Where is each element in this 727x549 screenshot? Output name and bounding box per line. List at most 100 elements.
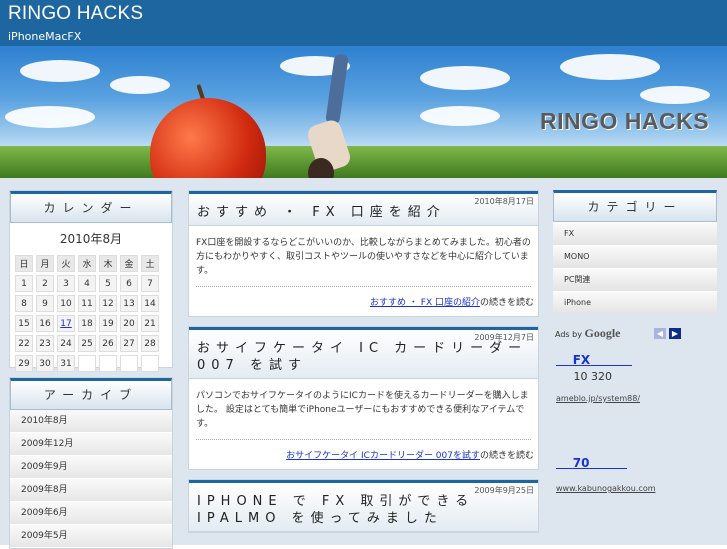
calendar-day: 21 bbox=[141, 315, 159, 332]
ad-title[interactable]: 70 bbox=[556, 456, 627, 470]
archive-heading: アーカイブ bbox=[10, 378, 172, 410]
post-date: 2009年12月7日 bbox=[474, 333, 534, 342]
ads-label-text: Ads by bbox=[555, 330, 582, 339]
read-more-link[interactable]: おサイフケータイ ICカードリーダー 007を試す bbox=[286, 451, 480, 461]
chevron-right-icon[interactable]: ▶ bbox=[669, 328, 681, 339]
calendar-day: 14 bbox=[141, 295, 159, 312]
archive-item[interactable]: 2010年8月 bbox=[10, 410, 172, 433]
calendar-day: 16 bbox=[36, 315, 54, 332]
content-area: カレンダー 2010年8月 日 月 火 水 木 金 土 1 2 3 4 5 6 7 8 9 10 1… bbox=[0, 178, 727, 549]
category-item[interactable]: FX bbox=[553, 223, 717, 245]
grass-field bbox=[0, 146, 727, 178]
calendar-widget: カレンダー 2010年8月 日 月 火 水 木 金 土 1 2 3 4 5 6 7 8 9 10 1… bbox=[9, 190, 173, 372]
post-date: 2010年8月17日 bbox=[474, 197, 534, 206]
archive-item[interactable]: 2009年12月 bbox=[10, 433, 172, 456]
calendar-month: 2010年8月 bbox=[59, 232, 123, 246]
category-item[interactable]: iPhone bbox=[553, 292, 717, 314]
calendar-week-row: 29 30 31 bbox=[15, 355, 159, 372]
read-more-suffix: の続きを読む bbox=[479, 451, 534, 461]
chevron-left-icon[interactable]: ◀ bbox=[654, 328, 666, 339]
calendar-day: 15 bbox=[15, 315, 33, 332]
calendar-week-row: 15 16 17 18 19 20 21 bbox=[15, 315, 159, 332]
weekday-label: 月 bbox=[36, 255, 54, 272]
calendar-day: 9 bbox=[36, 295, 54, 312]
calendar-weekday-row: 日 月 火 水 木 金 土 bbox=[15, 255, 159, 272]
post-header: 2009年9月25日 IPHONE で FX 取引ができる IPALMO を使っ… bbox=[189, 480, 538, 532]
calendar-empty-cell bbox=[78, 355, 96, 372]
archive-item[interactable]: 2009年6月 bbox=[10, 502, 172, 525]
calendar-day: 30 bbox=[36, 355, 54, 372]
category-heading: カテゴリー bbox=[553, 190, 717, 222]
cloud bbox=[640, 86, 710, 104]
left-sidebar: カレンダー 2010年8月 日 月 火 水 木 金 土 1 2 3 4 5 6 7 8 9 10 1… bbox=[9, 190, 173, 549]
main-column: 2010年8月17日 おすすめ ・ FX 口座を紹介 FX口座を開設するならどこ… bbox=[188, 190, 539, 542]
calendar-day: 19 bbox=[99, 315, 117, 332]
calendar-day: 1 bbox=[15, 275, 33, 292]
site-header: RINGO HACKS iPhoneMacFX bbox=[0, 0, 727, 46]
ad-text: 10 320 bbox=[556, 370, 612, 383]
calendar-day: 24 bbox=[57, 335, 75, 352]
calendar-day: 2 bbox=[36, 275, 54, 292]
post-body: パソコンでおサイフケータイのようにICカードを使えるカードリーダーを購入しました… bbox=[196, 391, 529, 429]
blog-post: 2009年9月25日 IPHONE で FX 取引ができる IPALMO を使っ… bbox=[188, 479, 539, 533]
post-body: FX口座を開設するならどこがいいのか、比較しながらまとめてみました。初心者の方に… bbox=[196, 238, 531, 276]
read-more-suffix: の続きを読む bbox=[479, 298, 534, 308]
post-header: 2010年8月17日 おすすめ ・ FX 口座を紹介 bbox=[189, 191, 538, 226]
calendar-day: 20 bbox=[120, 315, 138, 332]
google-ads: Ads by Google ◀ ▶ FX 10 320 ameblo.jp/sy… bbox=[553, 326, 717, 526]
weekday-label: 木 bbox=[99, 255, 117, 272]
ad-title-text[interactable]: FX bbox=[573, 353, 590, 367]
ad-title-text[interactable]: 70 bbox=[573, 456, 590, 470]
read-more: おすすめ ・ FX 口座の紹介の続きを読む bbox=[189, 287, 538, 316]
cloud bbox=[420, 66, 510, 90]
calendar-day: 10 bbox=[57, 295, 75, 312]
calendar-day: 26 bbox=[99, 335, 117, 352]
calendar-table: 日 月 火 水 木 金 土 1 2 3 4 5 6 7 8 9 10 11 12 13 14 15 16 17 1… bbox=[12, 252, 162, 375]
cloud bbox=[110, 76, 170, 94]
category-item[interactable]: PC関連 bbox=[553, 269, 717, 291]
blog-post: 2009年12月7日 おサイフケータイ IC カードリーダー 007 を試す パ… bbox=[188, 326, 539, 470]
google-logo: Google bbox=[584, 326, 621, 340]
archive-widget: アーカイブ 2010年8月 2009年12月 2009年9月 2009年8月 2… bbox=[9, 377, 173, 549]
weekday-label: 火 bbox=[57, 255, 75, 272]
header-banner: RINGO HACKS bbox=[0, 46, 727, 178]
calendar-day: 12 bbox=[99, 295, 117, 312]
calendar-days: 1 2 3 4 5 6 7 8 9 10 11 12 13 14 15 16 17 18 19 20 21 22 23 24 2… bbox=[15, 275, 159, 372]
post-header: 2009年12月7日 おサイフケータイ IC カードリーダー 007 を試す bbox=[189, 327, 538, 379]
calendar-day: 5 bbox=[99, 275, 117, 292]
calendar-day: 23 bbox=[36, 335, 54, 352]
calendar-week-row: 8 9 10 11 12 13 14 bbox=[15, 295, 159, 312]
site-title[interactable]: RINGO HACKS bbox=[8, 3, 143, 25]
calendar-day: 27 bbox=[120, 335, 138, 352]
calendar-day: 28 bbox=[141, 335, 159, 352]
calendar-empty-cell bbox=[120, 355, 138, 372]
archive-item[interactable]: 2009年8月 bbox=[10, 479, 172, 502]
calendar-day-link[interactable]: 17 bbox=[60, 319, 71, 329]
ad-text-value: 10 320 bbox=[573, 370, 612, 383]
calendar-day: 7 bbox=[141, 275, 159, 292]
calendar-day: 11 bbox=[78, 295, 96, 312]
archive-item[interactable]: 2009年9月 bbox=[10, 456, 172, 479]
calendar-week-row: 1234567 bbox=[15, 275, 159, 292]
calendar-day: 4 bbox=[78, 275, 96, 292]
calendar-empty-cell bbox=[141, 355, 159, 372]
right-sidebar: カテゴリー FX MONO PC関連 iPhone Ads by Google … bbox=[553, 190, 717, 526]
category-widget: カテゴリー FX MONO PC関連 iPhone bbox=[553, 190, 717, 314]
calendar-day: 31 bbox=[57, 355, 75, 372]
calendar-day: 22 bbox=[15, 335, 33, 352]
weekday-label: 金 bbox=[120, 255, 138, 272]
calendar-day: 3 bbox=[57, 275, 75, 292]
read-more-link[interactable]: おすすめ ・ FX 口座の紹介 bbox=[370, 298, 480, 308]
ad-url[interactable]: ameblo.jp/system88/ bbox=[556, 394, 640, 403]
ad-title[interactable]: FX bbox=[556, 353, 632, 367]
ad-url[interactable]: www.kabunogakkou.com bbox=[556, 484, 656, 493]
banner-logo: RINGO HACKS bbox=[540, 108, 710, 134]
calendar-day: 25 bbox=[78, 335, 96, 352]
weekday-label: 水 bbox=[78, 255, 96, 272]
category-item[interactable]: MONO bbox=[553, 246, 717, 268]
weekday-label: 日 bbox=[15, 255, 33, 272]
cloud bbox=[5, 106, 95, 128]
ads-by-label[interactable]: Ads by Google bbox=[555, 326, 620, 341]
calendar-day[interactable]: 17 bbox=[57, 315, 75, 332]
site-description: iPhoneMacFX bbox=[8, 30, 82, 43]
